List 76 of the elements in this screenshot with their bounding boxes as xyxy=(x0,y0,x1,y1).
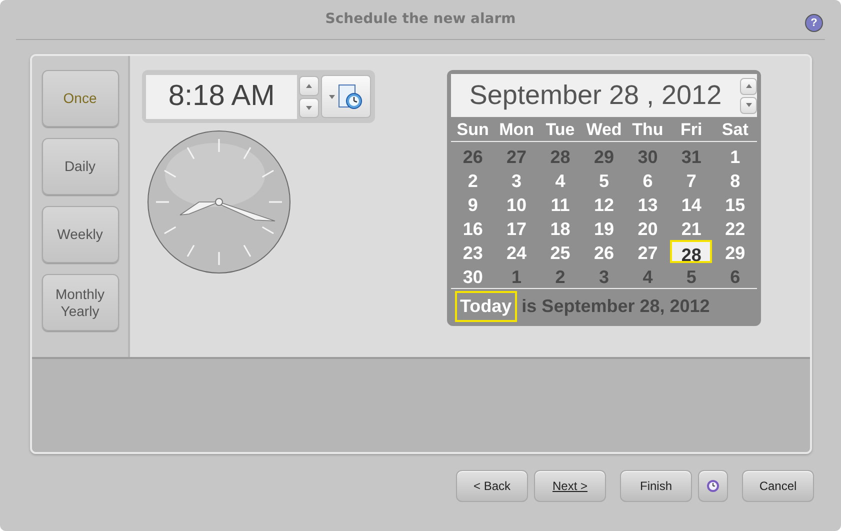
weekday-label: Sun xyxy=(456,119,490,141)
up-arrow-icon xyxy=(306,84,312,88)
calendar-day[interactable]: 27 xyxy=(496,144,538,166)
calendar-day[interactable]: 29 xyxy=(714,240,756,262)
calendar-day[interactable]: 6 xyxy=(626,168,669,190)
calendar-day[interactable]: 19 xyxy=(582,216,625,238)
calendar-day[interactable]: 3 xyxy=(496,168,538,190)
frequency-tab[interactable]: Once xyxy=(42,70,118,127)
calendar-day[interactable]: 15 xyxy=(714,192,756,214)
calendar-day[interactable]: 5 xyxy=(582,168,625,190)
alarm-clock-button[interactable] xyxy=(698,470,728,502)
calendar-day[interactable]: 3 xyxy=(582,264,625,286)
weekday-label: Fri xyxy=(680,119,704,141)
dialog-button[interactable]: Cancel xyxy=(742,470,814,502)
calendar-day[interactable]: 18 xyxy=(539,216,582,238)
calendar-day[interactable]: 14 xyxy=(670,192,712,214)
calendar-day[interactable]: 21 xyxy=(670,216,712,238)
calendar-day[interactable]: 23 xyxy=(452,240,494,262)
weekday-label: Thu xyxy=(631,119,664,141)
calendar-day[interactable]: 17 xyxy=(496,216,538,238)
up-arrow-icon xyxy=(746,84,752,88)
calendar-day[interactable]: 25 xyxy=(539,240,582,262)
calendar-date-title: September 28 , 2012 xyxy=(468,79,723,112)
calendar-day[interactable]: 16 xyxy=(452,216,494,238)
calendar-day[interactable]: 1 xyxy=(496,264,538,286)
calendar-day[interactable]: 29 xyxy=(582,144,625,166)
calendar-day[interactable]: 26 xyxy=(582,240,625,262)
help-button[interactable]: ? xyxy=(805,14,823,32)
frequency-tab[interactable]: Monthly Yearly xyxy=(42,274,118,331)
down-arrow-icon xyxy=(746,103,752,107)
dialog-button[interactable]: Finish xyxy=(620,470,692,502)
calendar-day[interactable]: 31 xyxy=(670,144,712,166)
calendar-day[interactable]: 2 xyxy=(452,168,494,190)
calendar-day[interactable]: 30 xyxy=(452,264,494,286)
calendar-day[interactable]: 28 xyxy=(539,144,582,166)
calendar-day[interactable]: 22 xyxy=(714,216,756,238)
spin-up-button[interactable] xyxy=(299,76,320,96)
calendar-day[interactable]: 11 xyxy=(539,192,582,214)
calendar-day[interactable]: 26 xyxy=(452,144,494,166)
frequency-tab[interactable]: Daily xyxy=(42,138,118,195)
calendar-day[interactable]: 30 xyxy=(626,144,669,166)
today-date-text: is September 28, 2012 xyxy=(522,295,710,318)
calendar-day[interactable]: 10 xyxy=(496,192,538,214)
calendar-day[interactable]: 20 xyxy=(626,216,669,238)
calendar-day[interactable]: 4 xyxy=(539,168,582,190)
calendar-day[interactable]: 4 xyxy=(626,264,669,286)
calendar-day[interactable]: 8 xyxy=(714,168,756,190)
calendar-day[interactable]: 13 xyxy=(626,192,669,214)
calendar-day[interactable]: 12 xyxy=(582,192,625,214)
spin-down-button[interactable] xyxy=(299,98,320,118)
calendar-day[interactable]: 2 xyxy=(539,264,582,286)
today-button[interactable]: Today xyxy=(455,291,517,322)
frequency-tab[interactable]: Weekly xyxy=(42,206,118,263)
next-button[interactable]: Next > xyxy=(534,470,606,502)
calendar-day[interactable]: 9 xyxy=(452,192,494,214)
calendar-day[interactable]: 28 xyxy=(670,240,712,262)
weekday-label: Mon xyxy=(498,119,536,141)
calendar-day[interactable]: 6 xyxy=(714,264,756,286)
calendar-day[interactable]: 27 xyxy=(626,240,669,262)
weekday-label: Sat xyxy=(720,119,750,141)
down-arrow-icon xyxy=(306,106,312,110)
calendar-day[interactable]: 1 xyxy=(714,144,756,166)
weekday-label: Wed xyxy=(585,119,623,141)
dropdown-caret-icon xyxy=(329,94,336,98)
dialog-button[interactable]: < Back xyxy=(456,470,528,502)
spin-up-button[interactable] xyxy=(740,78,757,94)
spin-down-button[interactable] xyxy=(740,96,757,114)
alarm-clock-icon xyxy=(706,480,720,492)
time-field[interactable]: 8:18 AM xyxy=(146,74,298,118)
calendar-day[interactable]: 24 xyxy=(496,240,538,262)
calendar-day[interactable]: 7 xyxy=(670,168,712,190)
window-title: Schedule the new alarm xyxy=(325,10,516,29)
clock-dropdown-button[interactable] xyxy=(321,75,371,118)
calendar-day[interactable]: 5 xyxy=(670,264,712,286)
weekday-label: Tue xyxy=(544,119,576,141)
clock-document-icon xyxy=(337,84,364,110)
